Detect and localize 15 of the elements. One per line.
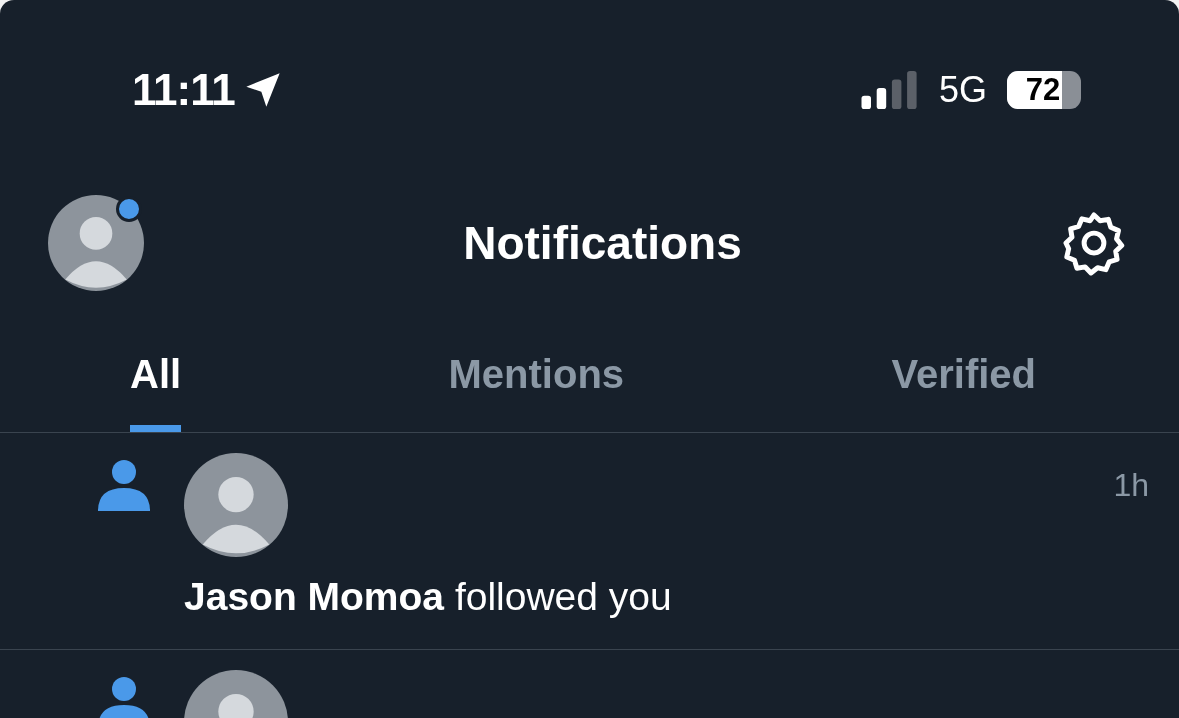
timestamp: 1h: [1113, 467, 1149, 504]
tab[interactable]: Verified: [891, 332, 1036, 432]
battery-indicator: 72: [1007, 71, 1081, 109]
network-label: 5G: [938, 69, 987, 111]
tab[interactable]: Mentions: [448, 332, 625, 432]
clock-time: 11:11: [132, 65, 235, 115]
person-icon: [98, 676, 150, 718]
page-title: Notifications: [463, 216, 742, 270]
avatar-icon[interactable]: [48, 195, 144, 291]
notification-text: Jason Momoa followed you: [184, 575, 673, 619]
signal-icon: [860, 71, 919, 109]
tab[interactable]: All: [130, 332, 182, 432]
person-icon: [98, 459, 150, 511]
avatar-icon[interactable]: [184, 453, 288, 557]
settings-icon[interactable]: [1061, 210, 1127, 276]
